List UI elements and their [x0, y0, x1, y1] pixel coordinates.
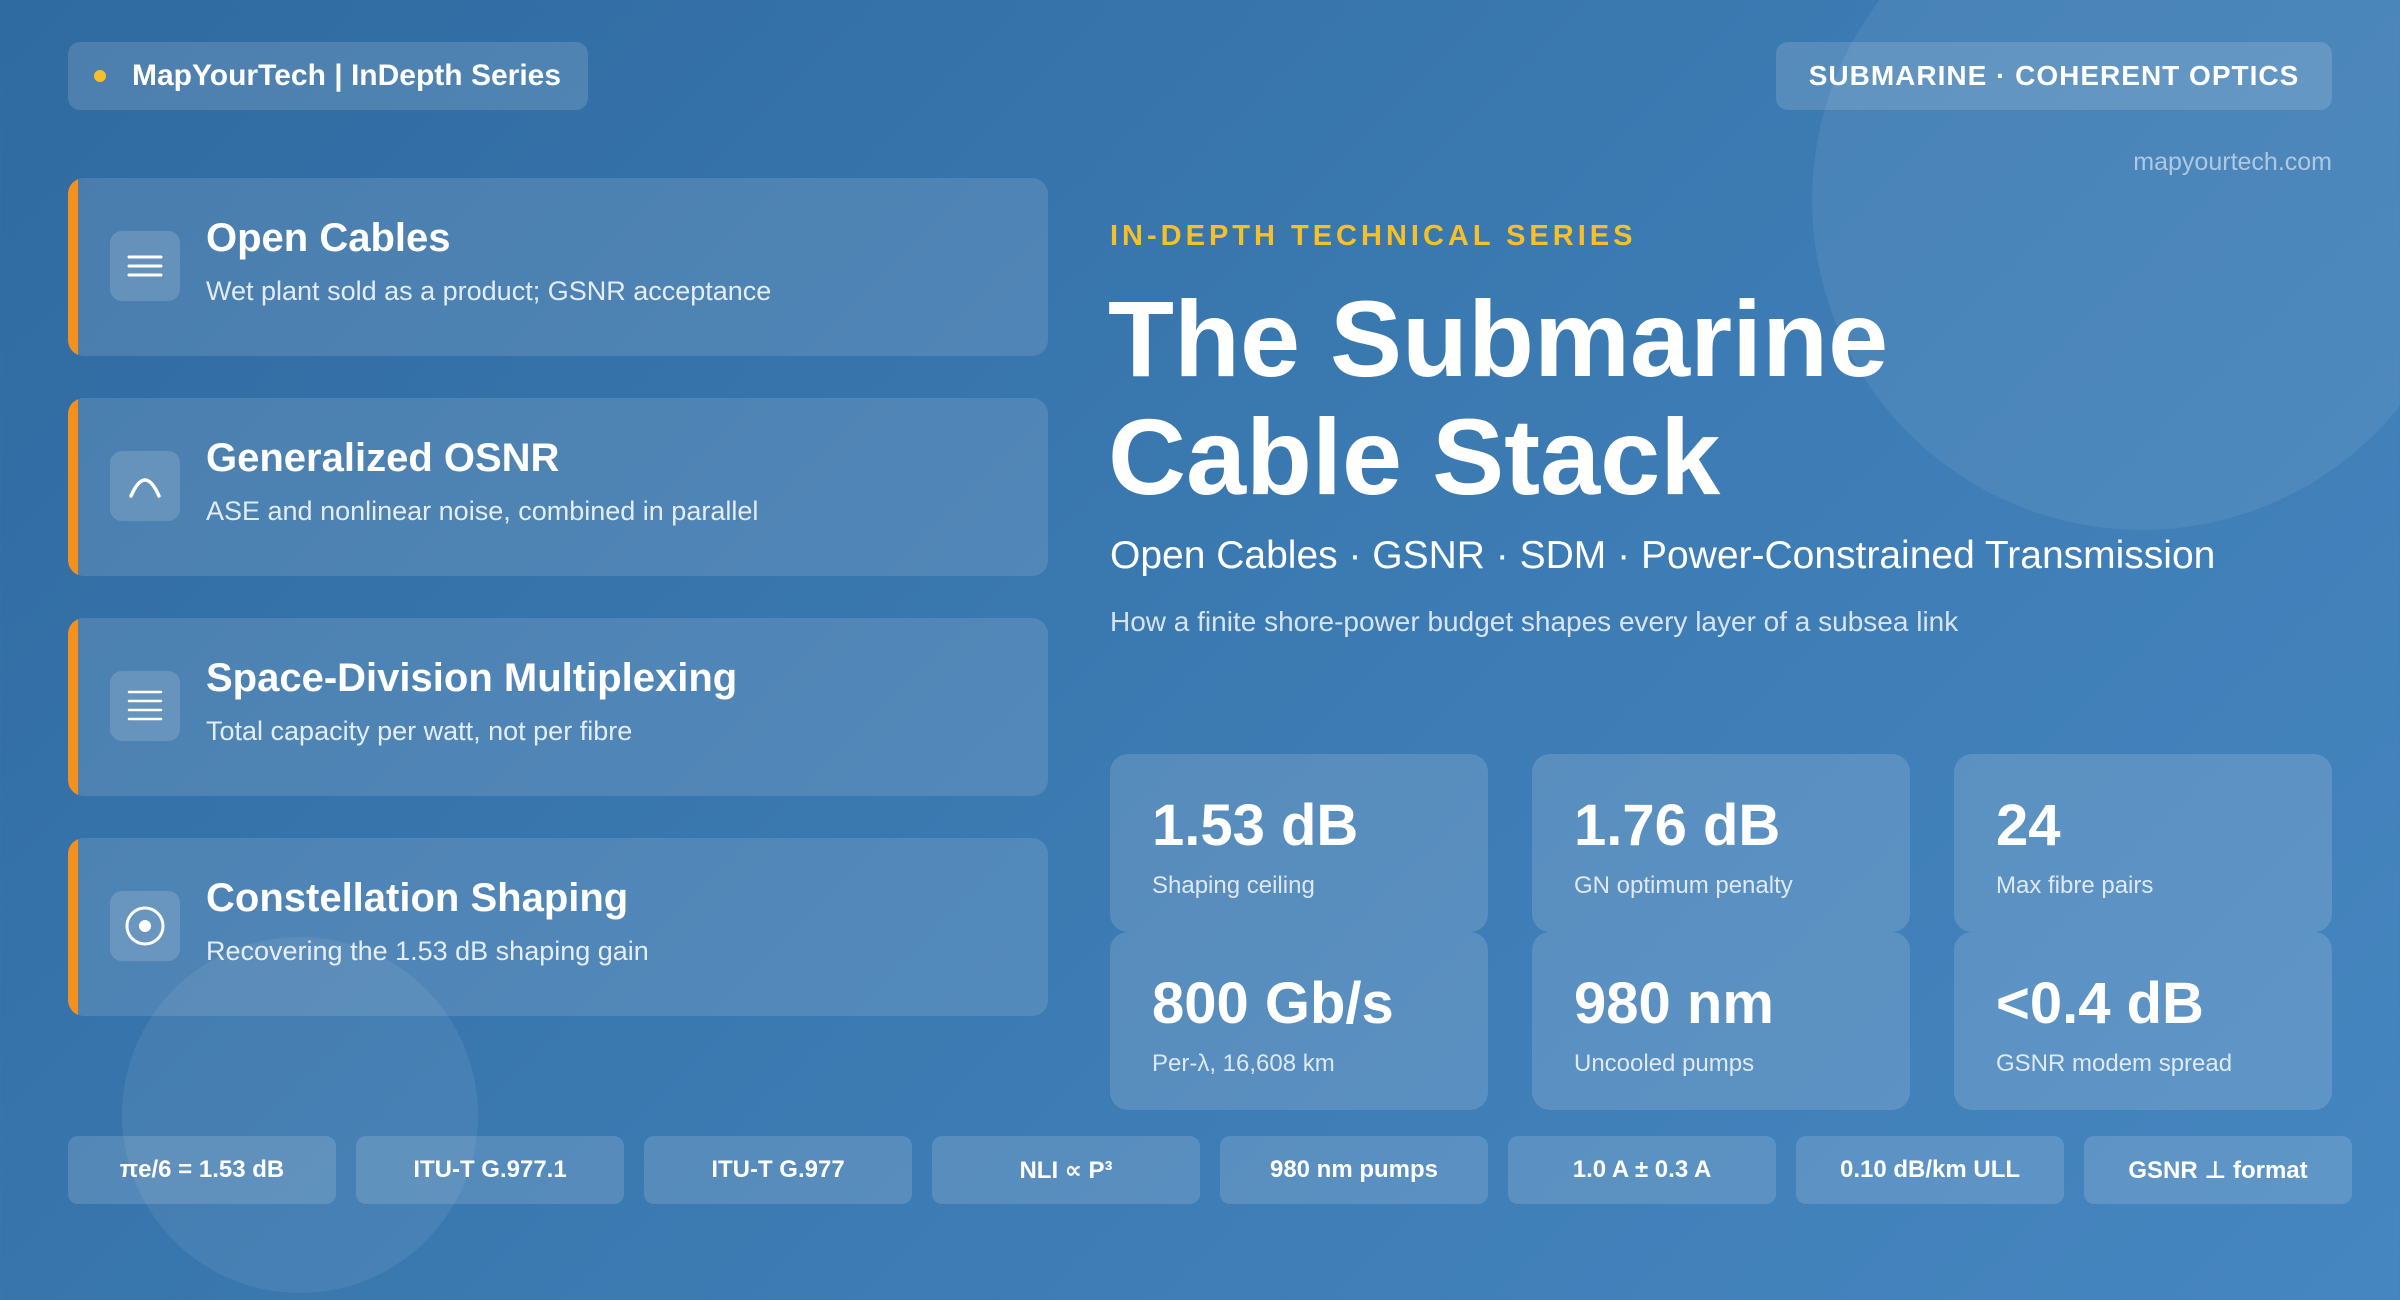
- feature-title: Constellation Shaping: [206, 876, 629, 920]
- brand-dot-icon: [94, 70, 106, 82]
- formula-chip: 980 nm pumps: [1220, 1136, 1488, 1204]
- series-eyebrow: IN-DEPTH TECHNICAL SERIES: [1110, 220, 1637, 252]
- formula-chip: πe/6 = 1.53 dB: [68, 1136, 336, 1204]
- formula-chip: ITU-T G.977.1: [356, 1136, 624, 1204]
- stat-label: Max fibre pairs: [1996, 872, 2154, 899]
- feature-card-constellation-shaping: Constellation Shaping Recovering the 1.5…: [68, 838, 1048, 1016]
- stacked-lines-icon: [110, 671, 180, 741]
- stat-label: Uncooled pumps: [1574, 1050, 1755, 1077]
- feature-title: Space-Division Multiplexing: [206, 656, 738, 700]
- stat-label: GN optimum penalty: [1574, 872, 1793, 899]
- menu-lines-icon: [110, 231, 180, 301]
- title-line-1: The Submarine: [1108, 278, 1889, 399]
- stat-value: 800 Gb/s: [1152, 971, 1394, 1036]
- topic-tag: SUBMARINE · COHERENT OPTICS: [1776, 42, 2332, 110]
- brand-badge: MapYourTech | InDepth Series: [68, 42, 588, 110]
- formula-chip: NLI ∝ P³: [932, 1136, 1200, 1204]
- stat-card: 1.53 dB Shaping ceiling: [1110, 754, 1488, 932]
- feature-desc: Wet plant sold as a product; GSNR accept…: [206, 276, 772, 306]
- stat-card: 800 Gb/s Per-λ, 16,608 km: [1110, 932, 1488, 1110]
- stat-value: 1.76 dB: [1574, 793, 1781, 858]
- formula-chip: 1.0 A ± 0.3 A: [1508, 1136, 1776, 1204]
- stat-value: 980 nm: [1574, 971, 1774, 1036]
- stat-card: 980 nm Uncooled pumps: [1532, 932, 1910, 1110]
- stat-label: Shaping ceiling: [1152, 872, 1315, 899]
- stat-value: <0.4 dB: [1996, 971, 2204, 1036]
- feature-title: Generalized OSNR: [206, 436, 560, 480]
- brand-label: MapYourTech | InDepth Series: [132, 59, 562, 92]
- formula-chip: GSNR ⊥ format: [2084, 1136, 2352, 1204]
- stat-card: 24 Max fibre pairs: [1954, 754, 2332, 932]
- stat-value: 1.53 dB: [1152, 793, 1359, 858]
- feature-card-open-cables: Open Cables Wet plant sold as a product;…: [68, 178, 1048, 356]
- page-title: The Submarine Cable Stack: [1108, 280, 1888, 516]
- stat-label: Per-λ, 16,608 km: [1152, 1050, 1335, 1077]
- feature-desc: Recovering the 1.53 dB shaping gain: [206, 936, 649, 966]
- stat-value: 24: [1996, 793, 2061, 858]
- formula-chip: 0.10 dB/km ULL: [1796, 1136, 2064, 1204]
- page-tagline: How a finite shore-power budget shapes e…: [1110, 606, 1959, 637]
- stat-label: GSNR modem spread: [1996, 1050, 2233, 1077]
- formula-chip: ITU-T G.977: [644, 1136, 912, 1204]
- site-url: mapyourtech.com: [2133, 148, 2332, 176]
- target-circle-icon: [110, 891, 180, 961]
- feature-card-generalized-osnr: Generalized OSNR ASE and nonlinear noise…: [68, 398, 1048, 576]
- feature-card-space-division-multiplexing: Space-Division Multiplexing Total capaci…: [68, 618, 1048, 796]
- feature-desc: Total capacity per watt, not per fibre: [206, 716, 633, 746]
- stat-card: 1.76 dB GN optimum penalty: [1532, 754, 1910, 932]
- peak-curve-icon: [110, 451, 180, 521]
- page-subtitle: Open Cables · GSNR · SDM · Power-Constra…: [1110, 534, 2216, 577]
- feature-title: Open Cables: [206, 216, 451, 260]
- feature-desc: ASE and nonlinear noise, combined in par…: [206, 496, 759, 526]
- title-line-2: Cable Stack: [1108, 396, 1721, 517]
- stat-card: <0.4 dB GSNR modem spread: [1954, 932, 2332, 1110]
